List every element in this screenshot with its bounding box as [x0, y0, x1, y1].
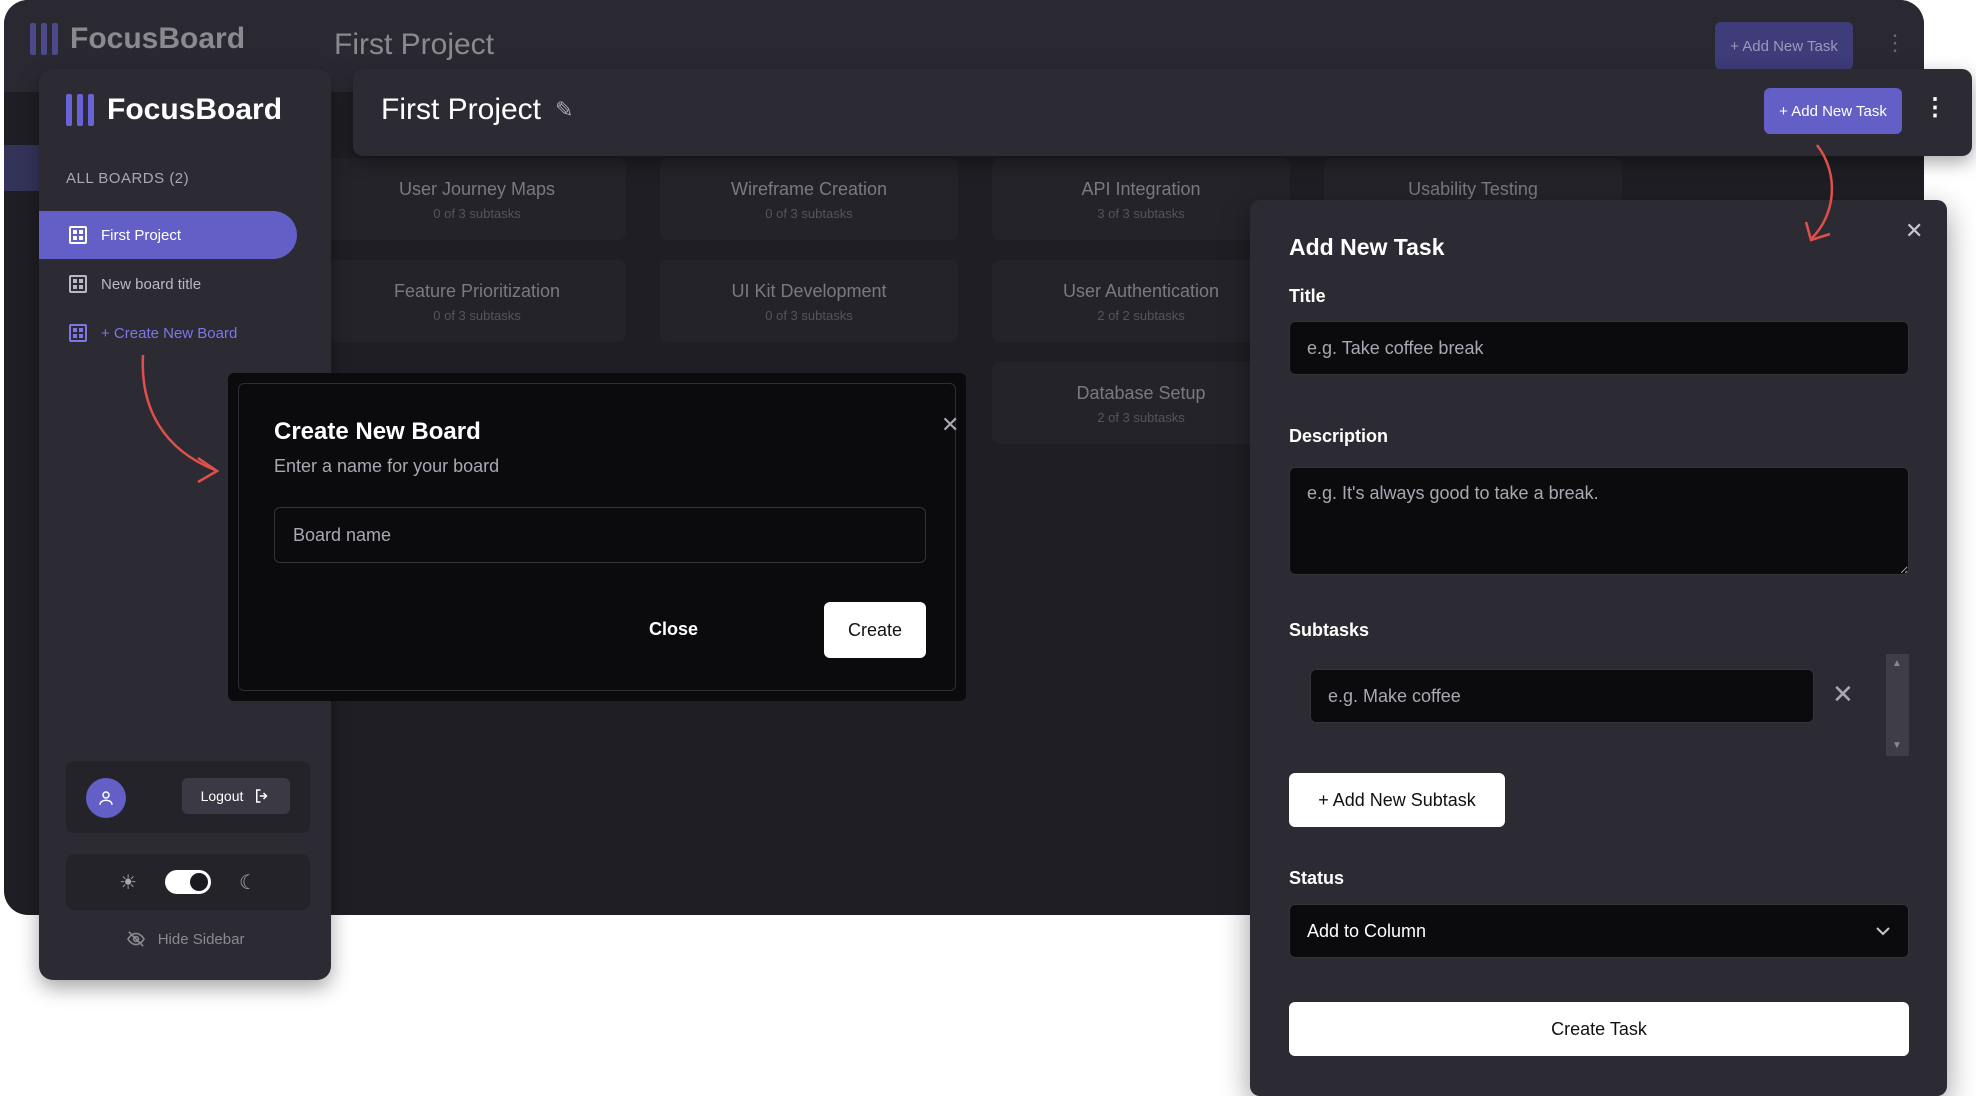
- create-board-subtitle: Enter a name for your board: [274, 456, 500, 476]
- background-logo: FocusBoard: [30, 22, 245, 56]
- background-more-icon: ⋮: [1884, 30, 1906, 55]
- background-add-task-button: + Add New Task: [1715, 22, 1853, 70]
- sidebar-logo: FocusBoard: [66, 93, 282, 127]
- user-panel: Logout: [66, 761, 310, 833]
- task-card-title: UI Kit Development: [731, 281, 887, 301]
- task-card-subtasks: 2 of 2 subtasks: [1097, 308, 1185, 323]
- sun-icon: ☀: [119, 871, 137, 894]
- page-title: First Project: [381, 93, 542, 126]
- task-card-title: User Authentication: [1062, 281, 1220, 301]
- chevron-down-icon: [1876, 927, 1890, 936]
- scroll-down-icon[interactable]: ▼: [1892, 740, 1902, 751]
- board-header: First Project ✎ + Add New Task ⋮: [353, 69, 1972, 156]
- task-card-title: API Integration: [1081, 179, 1201, 199]
- task-description-input[interactable]: [1289, 467, 1909, 575]
- add-subtask-button[interactable]: + Add New Subtask: [1289, 773, 1505, 827]
- create-board-button[interactable]: Create: [824, 602, 926, 658]
- close-button[interactable]: Close: [643, 618, 704, 641]
- hide-sidebar-label: Hide Sidebar: [157, 931, 245, 948]
- status-select[interactable]: Add to Column: [1289, 904, 1909, 958]
- add-new-task-button[interactable]: + Add New Task: [1764, 88, 1902, 134]
- task-card-title: Usability Testing: [1408, 179, 1538, 199]
- task-card-subtasks: 0 of 3 subtasks: [433, 308, 521, 323]
- board-icon: [69, 275, 87, 293]
- subtasks-label: Subtasks: [1289, 620, 1370, 640]
- create-task-button[interactable]: Create Task: [1289, 1002, 1909, 1056]
- task-card-title: Database Setup: [1076, 383, 1206, 403]
- task-card-title: Wireframe Creation: [730, 179, 888, 199]
- close-icon[interactable]: ✕: [941, 412, 959, 438]
- more-options-icon[interactable]: ⋮: [1923, 93, 1947, 122]
- task-card: API Integration 3 of 3 subtasks: [992, 158, 1290, 240]
- sidebar-item-label: + Create New Board: [101, 324, 238, 342]
- board-icon: [69, 226, 87, 244]
- task-card-subtasks: 2 of 3 subtasks: [1097, 410, 1185, 425]
- avatar[interactable]: [86, 778, 126, 818]
- create-board-title: Create New Board: [274, 418, 481, 445]
- status-value: Add to Column: [1307, 920, 1427, 941]
- background-title: First Project: [334, 28, 495, 61]
- logo-icon: [30, 23, 58, 55]
- sidebar-item-new-board-title[interactable]: New board title: [39, 260, 297, 308]
- description-label: Description: [1289, 426, 1389, 446]
- sidebar-item-label: New board title: [101, 275, 202, 293]
- add-task-modal: Add New Task ✕ Title Description Subtask…: [1250, 200, 1947, 1096]
- edit-title-icon[interactable]: ✎: [555, 97, 573, 123]
- task-card: Database Setup 2 of 3 subtasks: [992, 362, 1290, 444]
- logout-label: Logout: [200, 788, 244, 804]
- moon-icon: ☾: [239, 871, 257, 894]
- create-new-board-button[interactable]: + Create New Board: [39, 309, 297, 357]
- task-card-subtasks: 0 of 3 subtasks: [765, 308, 853, 323]
- logo-icon: [66, 94, 94, 126]
- hide-sidebar-button[interactable]: Hide Sidebar: [39, 931, 331, 948]
- all-boards-heading: ALL BOARDS (2): [66, 170, 190, 187]
- task-card: User Authentication 2 of 2 subtasks: [992, 260, 1290, 342]
- create-board-modal: Create New Board Enter a name for your b…: [228, 373, 966, 701]
- task-card: Feature Prioritization 0 of 3 subtasks: [328, 260, 626, 342]
- subtask-input[interactable]: [1310, 669, 1814, 723]
- sidebar-item-first-project[interactable]: First Project: [39, 211, 297, 259]
- board-name-input[interactable]: [274, 507, 926, 563]
- remove-subtask-icon[interactable]: ✕: [1832, 679, 1854, 710]
- logout-button[interactable]: Logout: [182, 778, 290, 814]
- background-logo-text: FocusBoard: [70, 22, 246, 55]
- add-task-title: Add New Task: [1289, 234, 1445, 260]
- logout-icon: [256, 789, 268, 803]
- task-title-input[interactable]: [1289, 321, 1909, 375]
- theme-toggle[interactable]: [165, 870, 211, 894]
- task-card-subtasks: 0 of 3 subtasks: [765, 206, 853, 221]
- task-card-title: Feature Prioritization: [393, 281, 561, 301]
- eye-slash-icon: [126, 931, 145, 947]
- task-card: User Journey Maps 0 of 3 subtasks: [328, 158, 626, 240]
- close-icon[interactable]: ✕: [1905, 218, 1923, 244]
- task-card: UI Kit Development 0 of 3 subtasks: [660, 260, 958, 342]
- title-label: Title: [1289, 286, 1326, 306]
- theme-switcher: ☀ ☾: [66, 854, 310, 910]
- scroll-up-icon[interactable]: ▲: [1892, 658, 1902, 669]
- background-sidebar-strip: [4, 145, 44, 191]
- user-icon: [99, 791, 113, 805]
- subtasks-scrollbar[interactable]: ▲ ▼: [1886, 654, 1909, 756]
- task-card-title: User Journey Maps: [398, 179, 556, 199]
- sidebar-logo-text: FocusBoard: [107, 93, 283, 126]
- board-icon: [69, 324, 87, 342]
- status-label: Status: [1289, 868, 1345, 888]
- task-card: Wireframe Creation 0 of 3 subtasks: [660, 158, 958, 240]
- task-card-subtasks: 3 of 3 subtasks: [1097, 206, 1185, 221]
- sidebar-item-label: First Project: [101, 226, 182, 244]
- task-card-subtasks: 0 of 3 subtasks: [433, 206, 521, 221]
- create-board-modal-frame: Create New Board Enter a name for your b…: [238, 383, 959, 691]
